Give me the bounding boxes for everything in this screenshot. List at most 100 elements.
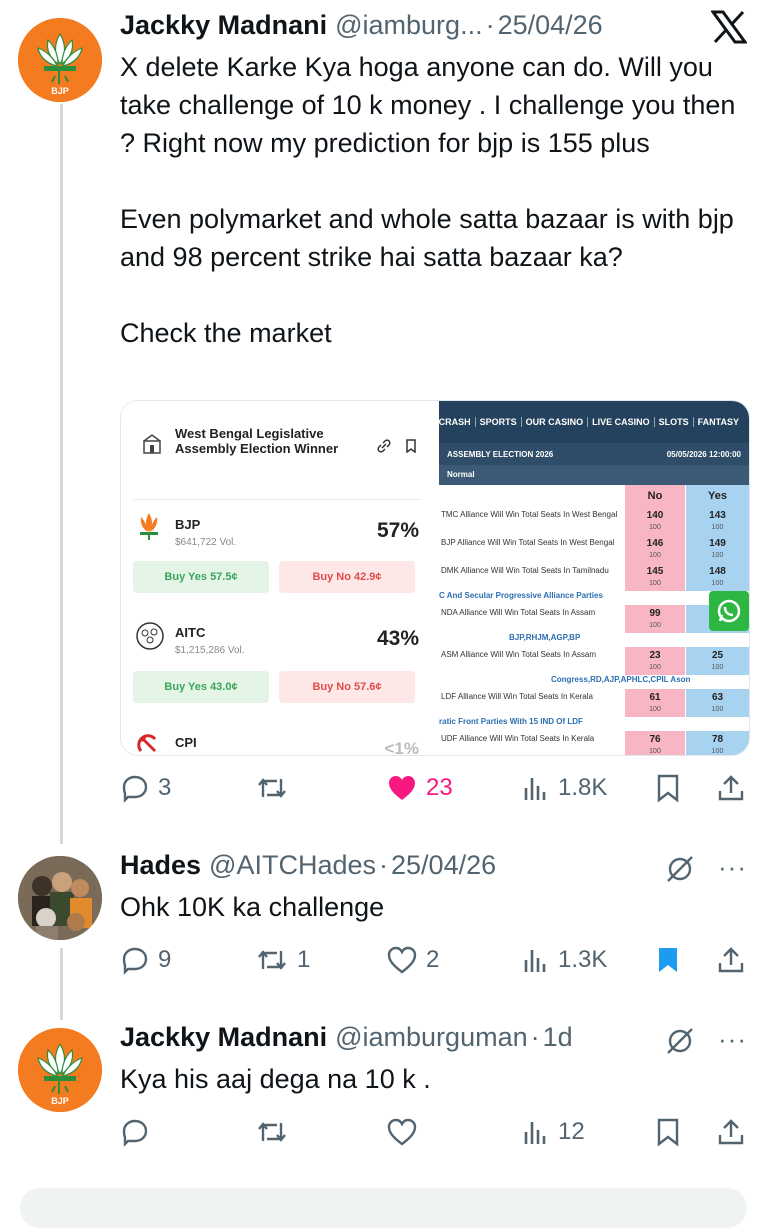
bjp-lotus-icon <box>140 513 158 540</box>
section-label: BJP,RHJM,AGP,BP <box>509 633 581 642</box>
section-label: ratic Front Parties With 15 IND Of LDF <box>439 717 583 726</box>
like-button[interactable] <box>386 1117 426 1147</box>
no-stake: 100 <box>649 622 661 629</box>
tweet-date[interactable]: 25/04/26 <box>498 10 603 41</box>
share-button[interactable] <box>716 773 746 803</box>
buy-no-button: Buy No 57.6¢ <box>279 671 415 703</box>
bookmark-icon <box>406 439 416 453</box>
retweet-button[interactable]: 1 <box>255 945 310 975</box>
retweet-icon <box>258 950 286 970</box>
bookmark-button[interactable] <box>654 1117 682 1147</box>
yes-value: 143 <box>709 510 726 521</box>
nav-item: CRASH <box>438 417 471 427</box>
row-question: NDA Alliance Will Win Total Seats In Ass… <box>441 608 596 617</box>
reply-icon <box>122 1119 148 1147</box>
grok-icon[interactable] <box>665 854 695 889</box>
bookmark-button[interactable] <box>654 945 682 975</box>
tweet-media[interactable]: West Bengal Legislative Assembly Electio… <box>120 400 750 756</box>
reply-icon <box>122 775 148 803</box>
views-button[interactable]: 1.8K <box>520 773 607 803</box>
views-count: 1.3K <box>558 946 608 973</box>
reply-button[interactable] <box>120 1117 158 1147</box>
tweet-reply[interactable]: Jackky Madnani @iamburguman · 1d Kya his… <box>120 1022 751 1098</box>
aitc-logo-icon <box>136 622 164 650</box>
views-button[interactable]: 12 <box>520 1117 585 1147</box>
more-options-button[interactable]: ··· <box>718 1024 747 1055</box>
reply-compose-bar[interactable] <box>20 1188 747 1228</box>
bookmark-icon <box>657 774 679 803</box>
outcome-volume: $641,722 Vol. <box>175 537 237 548</box>
link-icon <box>377 439 391 453</box>
author-handle[interactable]: @iamburg... <box>335 10 482 41</box>
avatar[interactable]: BJP <box>18 18 102 102</box>
table-row: DMK Alliance Will Win Total Seats In Tam… <box>439 563 749 591</box>
retweet-button[interactable] <box>255 1117 297 1147</box>
table-row: BJP Alliance Will Win Total Seats In Wes… <box>439 535 749 563</box>
no-value: 145 <box>646 566 664 577</box>
author-handle[interactable]: @iamburguman <box>335 1022 528 1053</box>
grok-icon[interactable] <box>665 1026 695 1061</box>
event-bar: ASSEMBLY ELECTION 2026 05/05/2026 12:00:… <box>439 443 749 465</box>
divider <box>133 499 421 500</box>
yes-stake: 100 <box>711 580 724 587</box>
no-stake: 100 <box>649 580 661 587</box>
bookmark-button[interactable] <box>654 773 682 803</box>
author-name[interactable]: Jackky Madnani <box>120 1022 327 1053</box>
more-options-button[interactable]: ··· <box>718 852 747 883</box>
author-name[interactable]: Hades <box>120 850 201 881</box>
buy-no-button: Buy No 42.9¢ <box>279 561 415 593</box>
author-name[interactable]: Jackky Madnani <box>120 10 327 41</box>
author-handle[interactable]: @AITCHades <box>209 850 376 881</box>
like-button[interactable]: 2 <box>386 945 439 975</box>
share-button[interactable] <box>716 945 746 975</box>
retweet-count: 1 <box>297 946 311 973</box>
no-stake: 100 <box>649 664 661 671</box>
views-icon <box>524 778 546 800</box>
tweet-actions: 9 1 2 1.3K <box>120 940 751 980</box>
no-value: 76 <box>649 734 661 745</box>
yes-value: 149 <box>709 538 726 549</box>
avatar[interactable] <box>18 856 102 940</box>
outcome-name: AITC <box>175 625 206 640</box>
outcome-name: BJP <box>175 517 201 532</box>
no-value: 99 <box>649 608 661 619</box>
no-value: 140 <box>646 510 664 521</box>
tweet-date[interactable]: 25/04/26 <box>391 850 496 881</box>
row-question: TMC Alliance Will Win Total Seats In Wes… <box>441 510 618 519</box>
outcome-percent: 57% <box>376 519 419 542</box>
yes-stake: 100 <box>711 748 724 755</box>
reply-count: 3 <box>158 774 172 801</box>
tweet-date[interactable]: 1d <box>543 1022 573 1053</box>
reply-count: 9 <box>158 946 172 973</box>
views-button[interactable]: 1.3K <box>520 945 607 975</box>
no-value: 61 <box>649 692 661 703</box>
betting-nav: CRASH SPORTS OUR CASINO LIVE CASINO SLOT… <box>439 401 749 443</box>
tweet-reply[interactable]: Hades @AITCHades · 25/04/26 Ohk 10K ka c… <box>120 850 751 926</box>
retweet-button[interactable] <box>255 773 297 803</box>
like-button[interactable]: 23 <box>386 773 453 803</box>
betting-panel: CRASH SPORTS OUR CASINO LIVE CASINO SLOT… <box>439 401 749 755</box>
yes-stake: 100 <box>711 552 724 559</box>
polymarket-panel: West Bengal Legislative Assembly Electio… <box>121 401 439 755</box>
cpi-hammer-sickle-icon <box>137 734 157 753</box>
avatar-label: BJP <box>51 86 69 96</box>
thread-line <box>60 948 63 1020</box>
reply-button[interactable]: 3 <box>120 773 171 803</box>
avatar[interactable]: BJP <box>18 1028 102 1112</box>
reply-button[interactable]: 9 <box>120 945 171 975</box>
emblem-icon <box>143 434 161 454</box>
buy-yes-button: Buy Yes 43.0¢ <box>133 671 269 703</box>
outcome-name: CPI <box>175 735 197 750</box>
avatar-photo <box>18 856 102 940</box>
tweet-header: Jackky Madnani @iamburguman · 1d <box>120 1022 751 1058</box>
section-label: C And Secular Progressive Alliance Parti… <box>439 591 603 600</box>
market-type: Normal <box>439 465 749 485</box>
yes-stake: 100 <box>711 706 724 713</box>
tweet-main[interactable]: Jackky Madnani @iamburg... · 25/04/26 X … <box>120 10 751 352</box>
tweet-actions: 12 <box>120 1112 751 1152</box>
share-button[interactable] <box>716 1117 746 1147</box>
separator-dot: · <box>530 1022 540 1052</box>
yes-stake: 100 <box>711 664 724 671</box>
nav-item: SLOTS <box>653 417 693 427</box>
avatar-label: BJP <box>51 1096 69 1106</box>
